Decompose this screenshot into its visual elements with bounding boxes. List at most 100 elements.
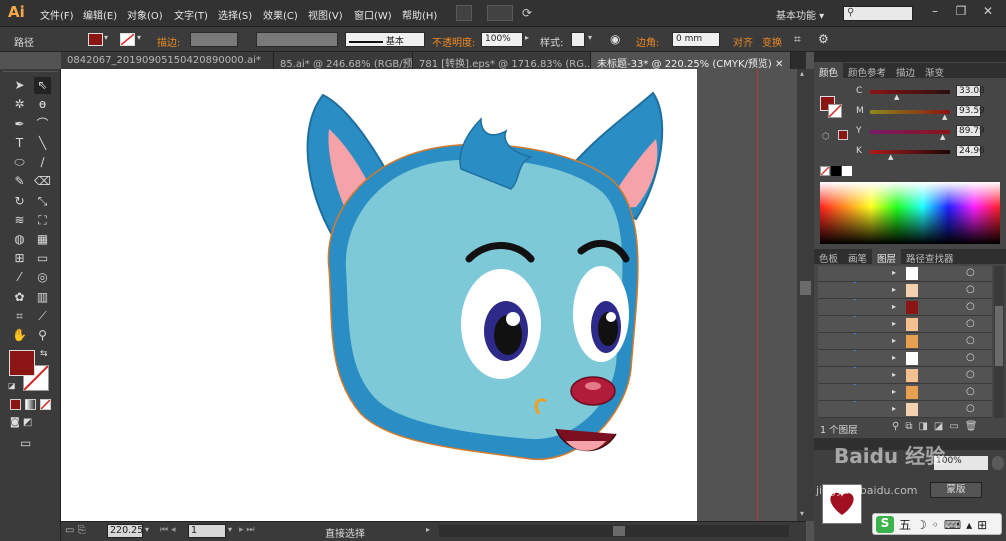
tab-gradient[interactable]: 渐变 <box>920 63 949 79</box>
fill-swatch[interactable] <box>88 33 103 46</box>
screen-mode-icon[interactable]: ▭ <box>20 436 31 450</box>
menu-effect[interactable]: 效果(C) <box>263 7 298 22</box>
magenta-value[interactable]: 93.59 <box>956 105 985 117</box>
artboard-tool-icon[interactable]: ⌗ <box>11 308 28 325</box>
zoom-input[interactable]: 220.25 <box>107 524 143 538</box>
artboard-number-input[interactable]: 1 <box>188 524 226 538</box>
zoom-dropdown-icon[interactable]: ▾ <box>145 525 149 534</box>
cyan-slider[interactable] <box>870 90 950 94</box>
layer-row[interactable]: ▸ ○ <box>818 317 992 333</box>
style-dropdown-icon[interactable]: ▾ <box>588 33 592 42</box>
transform-link[interactable]: 变换 <box>762 34 782 49</box>
layer-row[interactable]: ▸ ○ <box>818 402 992 418</box>
symbol-sprayer-tool-icon[interactable]: ✿ <box>11 289 28 306</box>
warp-tool-icon[interactable]: ≋ <box>11 212 28 229</box>
layer-row[interactable]: ▸ ○ <box>818 351 992 367</box>
blend-tool-icon[interactable]: ◎ <box>34 269 51 286</box>
cartoon-deer-illustration[interactable] <box>61 69 697 521</box>
rotate-tool-icon[interactable]: ↻ <box>11 193 28 210</box>
menu-help[interactable]: 帮助(H) <box>402 7 437 22</box>
target-icon[interactable]: ○ <box>966 352 975 363</box>
layer-actions-icons[interactable]: ⚲⧉◨◪▭🗑 <box>892 421 984 432</box>
magic-wand-tool-icon[interactable]: ✲ <box>11 96 28 113</box>
layer-row[interactable]: ▸ ○ <box>818 266 992 282</box>
scroll-up-icon[interactable]: ▴ <box>800 69 804 78</box>
tab-stroke[interactable]: 描边 <box>891 63 920 79</box>
align-link[interactable]: 对齐 <box>733 34 753 49</box>
yellow-value[interactable]: 89.79 <box>956 125 985 137</box>
layer-row[interactable]: ▸ ○ <box>818 385 992 401</box>
brush-definition-select[interactable]: 基本 <box>345 32 425 47</box>
scroll-down-icon[interactable]: ▾ <box>800 509 804 518</box>
stroke-swatch[interactable] <box>120 33 135 46</box>
recolor-artwork-icon[interactable]: ◉ <box>610 32 620 46</box>
close-tab-icon[interactable]: ✕ <box>775 59 783 69</box>
expand-arrow-icon[interactable]: ▸ <box>892 353 896 362</box>
paintbrush-tool-icon[interactable]: ∕ <box>34 154 51 171</box>
horizontal-scrollbar[interactable] <box>439 525 789 537</box>
toolbar-grip[interactable] <box>3 71 58 75</box>
vertical-scrollbar[interactable]: ▴ ▾ <box>797 69 814 521</box>
eyedropper-tool-icon[interactable]: ⁄ <box>11 269 28 286</box>
direct-selection-tool-icon[interactable]: ⇖ <box>34 77 51 94</box>
column-graph-tool-icon[interactable]: ▥ <box>34 289 51 306</box>
perspective-grid-tool-icon[interactable]: ▦ <box>34 231 51 248</box>
yellow-slider-handle[interactable]: ▲ <box>940 133 945 141</box>
shape-builder-tool-icon[interactable]: ◍ <box>11 231 28 248</box>
dock-header[interactable] <box>814 52 1006 62</box>
lasso-tool-icon[interactable]: ɵ <box>34 96 51 113</box>
menu-select[interactable]: 选择(S) <box>218 7 252 22</box>
pen-tool-icon[interactable]: ✒ <box>11 116 28 133</box>
arrange-documents-icon[interactable] <box>487 5 513 21</box>
panel-menu-icon[interactable]: ⚙ <box>818 32 829 46</box>
black-value[interactable]: 24.96 <box>956 145 985 157</box>
corner-label[interactable]: 边角: <box>636 34 659 49</box>
make-mask-button[interactable]: 蒙版 <box>930 482 982 498</box>
opacity-input[interactable]: 100% <box>481 32 523 47</box>
next-artboard-icon[interactable]: ▸ ⏭ <box>239 525 254 535</box>
stroke-dropdown-icon[interactable]: ▾ <box>137 33 141 42</box>
ime-toolbar-icons[interactable]: 五☽◦⌨▴⊞ <box>899 516 992 533</box>
zoom-tool-icon[interactable]: ⚲ <box>34 327 51 344</box>
tab-pathfinder[interactable]: 路径查找器 <box>901 249 959 265</box>
expand-arrow-icon[interactable]: ▸ <box>892 404 896 413</box>
workspace-switcher[interactable]: 基本功能 ▾ <box>776 7 824 22</box>
magenta-slider-handle[interactable]: ▲ <box>942 113 947 121</box>
opacity-dropdown-icon[interactable]: ▸ <box>525 33 529 42</box>
target-icon[interactable]: ○ <box>966 369 975 380</box>
layer-row[interactable]: ▸ ○ <box>818 368 992 384</box>
tab-color[interactable]: 颜色 <box>814 63 844 79</box>
expand-arrow-icon[interactable]: ▸ <box>892 285 896 294</box>
stroke-weight-label[interactable]: 描边: <box>157 34 180 49</box>
artboard[interactable] <box>61 69 697 521</box>
target-icon[interactable]: ○ <box>966 403 975 414</box>
layers-scroll-thumb[interactable] <box>995 306 1003 366</box>
selection-tool-icon[interactable]: ➤ <box>11 77 28 94</box>
tab-document-2[interactable]: 85.ai* @ 246.68% (RGB/预... <box>274 52 413 69</box>
color-mode-button[interactable] <box>10 399 21 410</box>
target-icon[interactable]: ○ <box>966 386 975 397</box>
line-segment-tool-icon[interactable]: ╲ <box>34 135 51 152</box>
target-icon[interactable]: ○ <box>966 301 975 312</box>
tab-swatches[interactable]: 色板 <box>814 249 843 265</box>
tab-color-guide[interactable]: 颜色参考 <box>843 63 891 79</box>
slice-tool-icon[interactable]: ⟋ <box>34 308 51 325</box>
expand-arrow-icon[interactable]: ▸ <box>892 319 896 328</box>
tab-document-1[interactable]: 0842067_20190905150420890000.ai* <box>61 52 274 69</box>
gpu-performance-icon[interactable]: ⟳ <box>522 6 532 20</box>
expand-arrow-icon[interactable]: ▸ <box>892 387 896 396</box>
minimize-button[interactable]: – <box>925 4 945 20</box>
gradient-tool-icon[interactable]: ▭ <box>34 250 51 267</box>
color-panel-stroke[interactable] <box>828 104 842 118</box>
cyan-value[interactable]: 33.08 <box>956 85 985 97</box>
menu-window[interactable]: 窗口(W) <box>354 7 392 22</box>
target-icon[interactable]: ○ <box>966 267 975 278</box>
menu-edit[interactable]: 编辑(E) <box>83 7 117 22</box>
target-icon[interactable]: ○ <box>966 318 975 329</box>
default-colors-icon[interactable]: ◪ <box>8 381 16 390</box>
tab-document-3[interactable]: 781 [转换].eps* @ 1716.83% (RG... <box>413 52 591 69</box>
search-input[interactable]: ⚲ <box>843 6 913 21</box>
pencil-tool-icon[interactable]: ✎ <box>11 173 28 190</box>
opacity-label[interactable]: 不透明度: <box>432 34 475 49</box>
tab-layers[interactable]: 图层 <box>872 249 902 265</box>
